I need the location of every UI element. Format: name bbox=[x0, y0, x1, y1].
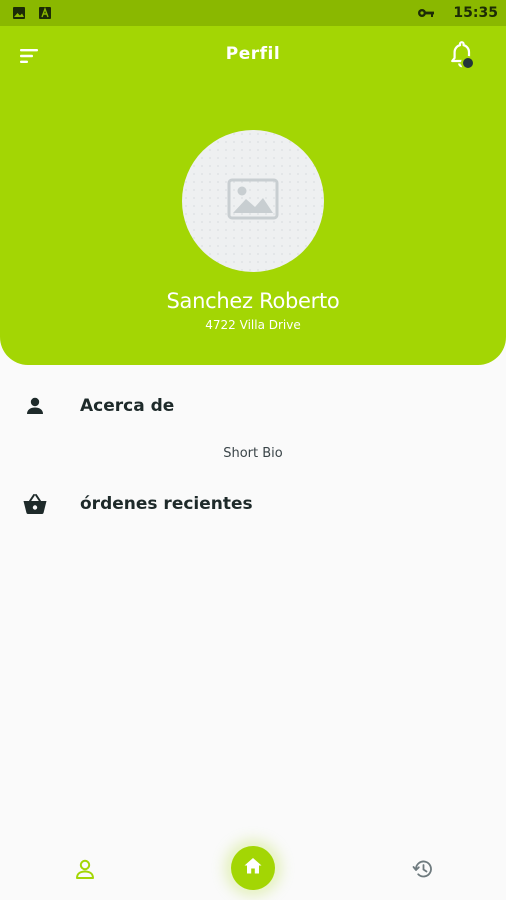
history-icon bbox=[412, 858, 434, 885]
key-icon bbox=[417, 6, 435, 20]
bottom-navigation bbox=[0, 836, 506, 900]
user-name: Sanchez Roberto bbox=[166, 289, 340, 313]
image-icon bbox=[12, 6, 26, 20]
notifications-button[interactable] bbox=[446, 40, 478, 72]
about-label: Acerca de bbox=[80, 396, 175, 416]
basket-icon bbox=[22, 491, 48, 517]
person-icon bbox=[22, 393, 48, 419]
text-icon bbox=[38, 6, 52, 20]
image-placeholder-icon bbox=[227, 178, 279, 225]
recent-orders-label: órdenes recientes bbox=[80, 494, 253, 514]
home-icon bbox=[243, 856, 263, 881]
status-left-icons bbox=[12, 6, 52, 20]
status-time: 15:35 bbox=[453, 5, 498, 21]
about-section[interactable]: Acerca de bbox=[0, 384, 506, 428]
nav-history[interactable] bbox=[408, 856, 438, 886]
avatar[interactable] bbox=[182, 130, 324, 272]
page-title: Perfil bbox=[225, 44, 281, 64]
notification-badge bbox=[461, 56, 475, 70]
profile-header: Perfil Sanchez Roberto 4722 Villa Drive bbox=[0, 26, 506, 365]
nav-home[interactable] bbox=[231, 846, 275, 890]
nav-profile[interactable] bbox=[70, 856, 100, 886]
user-address: 4722 Villa Drive bbox=[205, 318, 301, 332]
recent-orders-section[interactable]: órdenes recientes bbox=[0, 482, 506, 526]
short-bio: Short Bio bbox=[223, 446, 283, 461]
status-bar: 15:35 bbox=[0, 0, 506, 26]
person-outline-icon bbox=[73, 857, 97, 886]
status-right-icons: 15:35 bbox=[417, 5, 498, 21]
